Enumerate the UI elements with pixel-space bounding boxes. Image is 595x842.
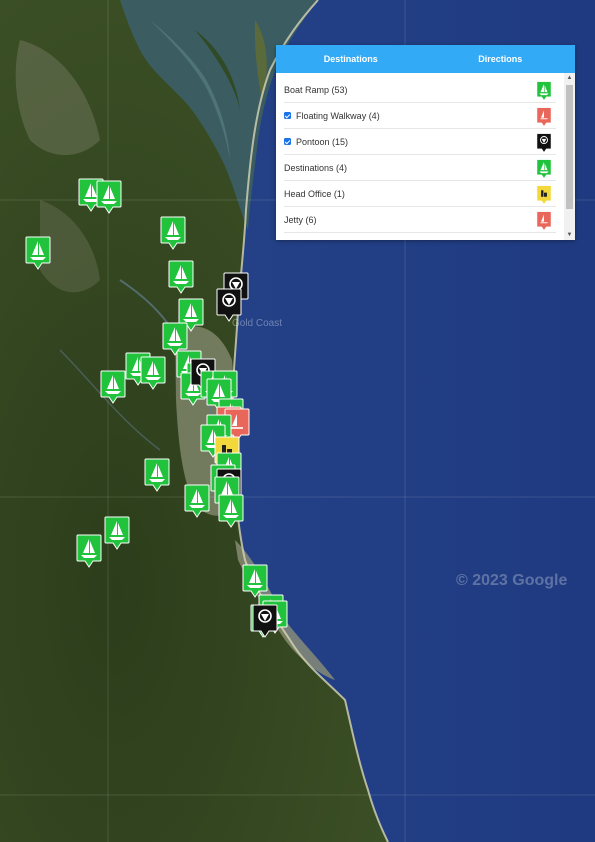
boat-ramp-icon: [168, 260, 194, 294]
layer-list: Boat Ramp (53) Floating Walkway (4) Pontoo…: [276, 73, 564, 240]
pontoon-marker[interactable]: [252, 604, 278, 638]
boat-ramp-icon: [76, 534, 102, 568]
pontoon-icon: [536, 133, 552, 153]
layer-row[interactable]: Destinations (4): [284, 155, 556, 181]
boat-ramp-marker[interactable]: [100, 370, 126, 404]
map-place-label: Gold Coast: [232, 318, 283, 329]
scrollbar-thumb[interactable]: [566, 85, 573, 209]
floating-walkway-icon: [536, 107, 552, 127]
pontoon-marker[interactable]: [216, 288, 242, 322]
layer-label: Destinations (4): [284, 162, 348, 173]
pontoon-icon: [216, 288, 242, 322]
scroll-up-icon[interactable]: ▲: [564, 73, 575, 83]
jetty-icon: [536, 211, 552, 231]
boat-ramp-marker[interactable]: [242, 564, 268, 598]
layer-row[interactable]: Jetty (6): [284, 207, 556, 233]
layer-row[interactable]: Pontoon (15): [284, 129, 556, 155]
layer-row[interactable]: Floating Walkway (4): [284, 103, 556, 129]
tab-directions[interactable]: Directions: [426, 45, 576, 73]
layer-panel: Destinations Directions Boat Ramp (53) Fl…: [276, 45, 575, 240]
boat-ramp-icon: [144, 458, 170, 492]
boat-ramp-marker[interactable]: [76, 534, 102, 568]
boat-ramp-icon: [218, 494, 244, 528]
boat-ramp-icon: [140, 356, 166, 390]
layer-label: Floating Walkway (4): [296, 110, 380, 121]
pontoon-icon: [252, 604, 278, 638]
map-watermark: © 2023 Google: [456, 572, 568, 589]
boat-ramp-marker[interactable]: [104, 516, 130, 550]
boat-ramp-icon: [104, 516, 130, 550]
boat-ramp-marker[interactable]: [160, 216, 186, 250]
layer-checkbox[interactable]: [284, 138, 291, 145]
layer-row[interactable]: Head Office (1): [284, 181, 556, 207]
scroll-down-icon[interactable]: ▼: [564, 230, 575, 240]
boat-ramp-icon: [184, 484, 210, 518]
layer-row[interactable]: Boat Ramp (53): [284, 77, 556, 103]
head-office-icon: [536, 185, 552, 205]
layer-label: Pontoon (15): [296, 136, 349, 147]
boat-ramp-icon: [100, 370, 126, 404]
boat-ramp-marker[interactable]: [96, 180, 122, 214]
layer-checkbox[interactable]: [284, 112, 291, 119]
layer-label: Head Office (1): [284, 188, 345, 199]
boat-ramp-marker[interactable]: [218, 494, 244, 528]
boat-ramp-icon: [536, 81, 552, 101]
panel-tabs: Destinations Directions: [276, 45, 575, 73]
layer-label: Jetty (6): [284, 214, 317, 225]
boat-ramp-marker[interactable]: [144, 458, 170, 492]
boat-ramp-marker[interactable]: [25, 236, 51, 270]
tab-destinations[interactable]: Destinations: [276, 45, 426, 73]
boat-ramp-marker[interactable]: [140, 356, 166, 390]
boat-ramp-marker[interactable]: [184, 484, 210, 518]
boat-ramp-icon: [25, 236, 51, 270]
boat-ramp-icon: [96, 180, 122, 214]
boat-ramp-icon: [242, 564, 268, 598]
boat-ramp-icon: [160, 216, 186, 250]
panel-scrollbar[interactable]: ▲ ▼: [564, 73, 575, 240]
boat-ramp-marker[interactable]: [168, 260, 194, 294]
layer-label: Boat Ramp (53): [284, 84, 348, 95]
destination-boat-icon: [536, 159, 552, 179]
